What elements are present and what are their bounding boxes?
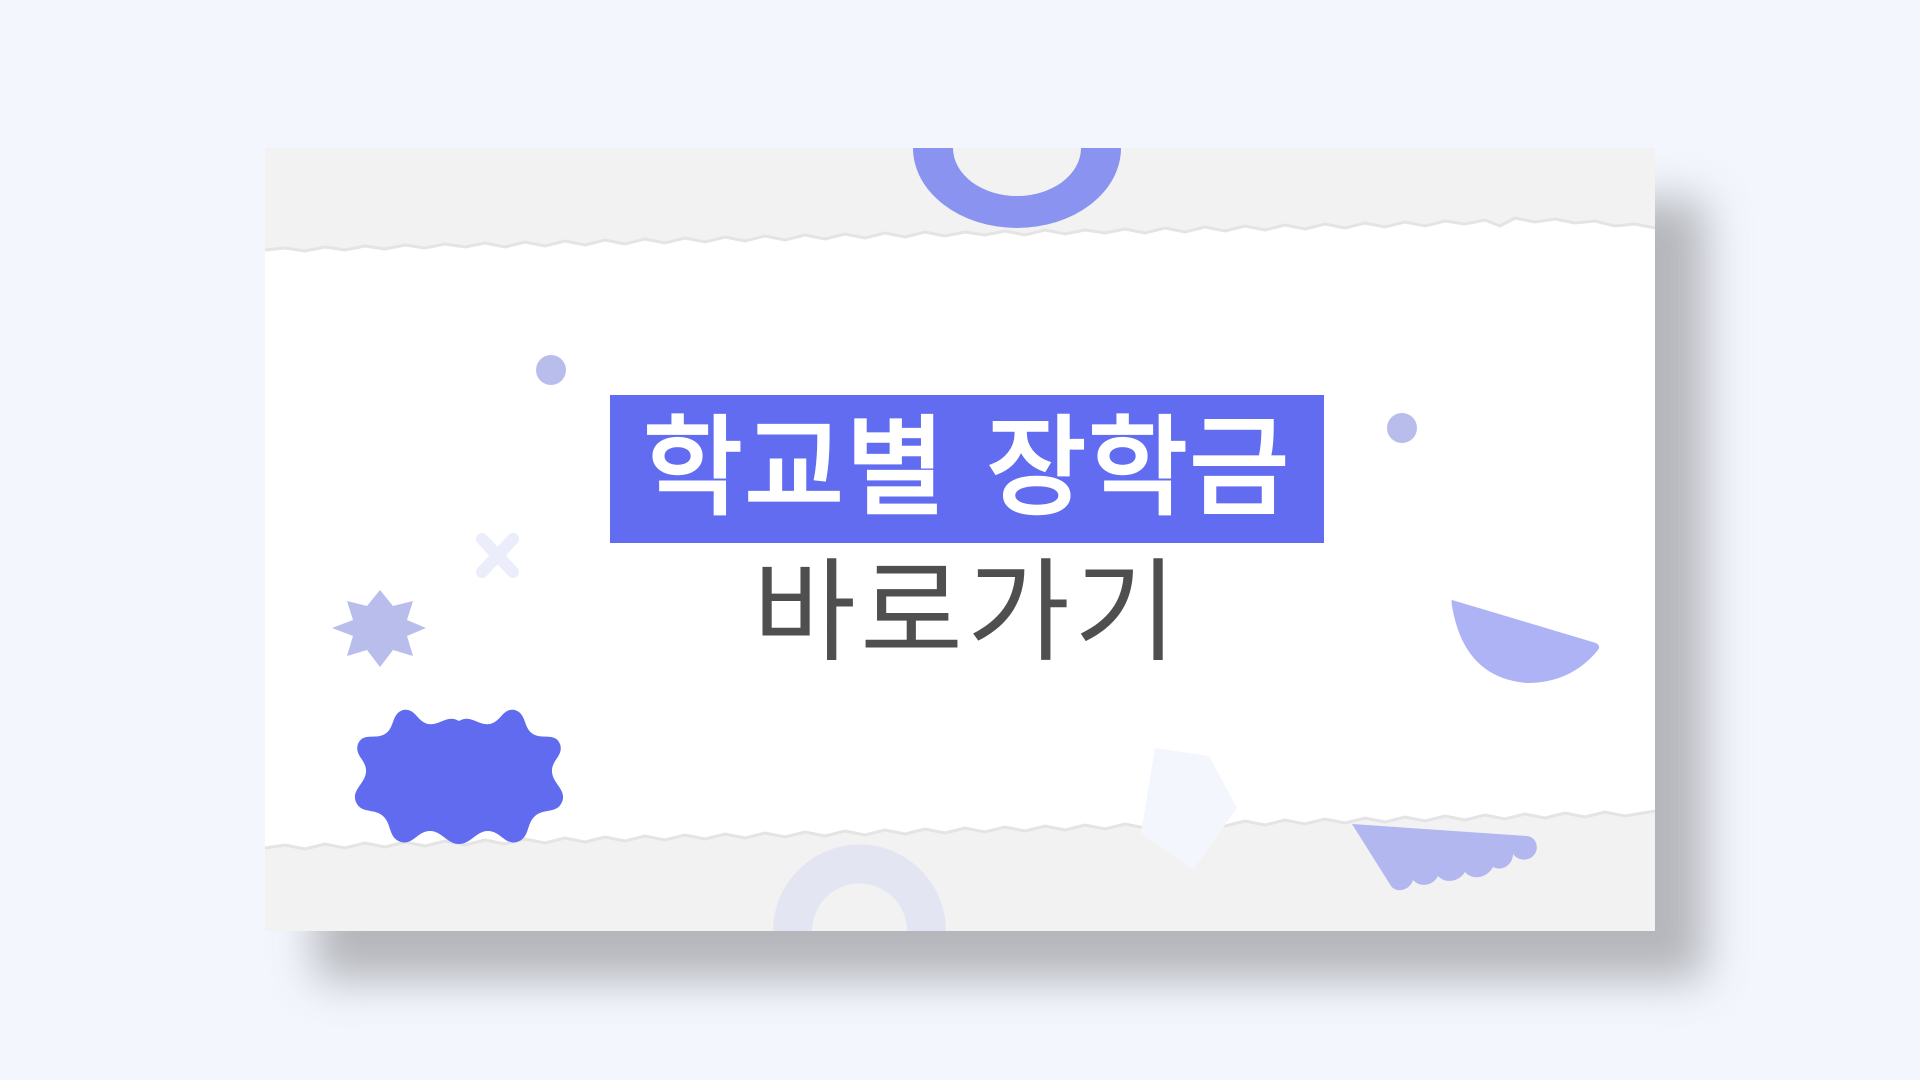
banner-title: 학교별 장학금 xyxy=(643,406,1291,531)
starburst-shape xyxy=(332,590,426,667)
cross-shape xyxy=(476,533,519,578)
dot-right xyxy=(1387,413,1417,443)
half-circle-right-shape xyxy=(1451,600,1600,683)
banner-card[interactable]: 학교별 장학금 바로가기 xyxy=(265,148,1655,931)
banner-subtitle[interactable]: 바로가기 xyxy=(610,553,1324,673)
wavy-badge-shape xyxy=(354,709,564,844)
title-highlight-box[interactable]: 학교별 장학금 xyxy=(610,395,1324,543)
dot-left xyxy=(536,355,566,385)
